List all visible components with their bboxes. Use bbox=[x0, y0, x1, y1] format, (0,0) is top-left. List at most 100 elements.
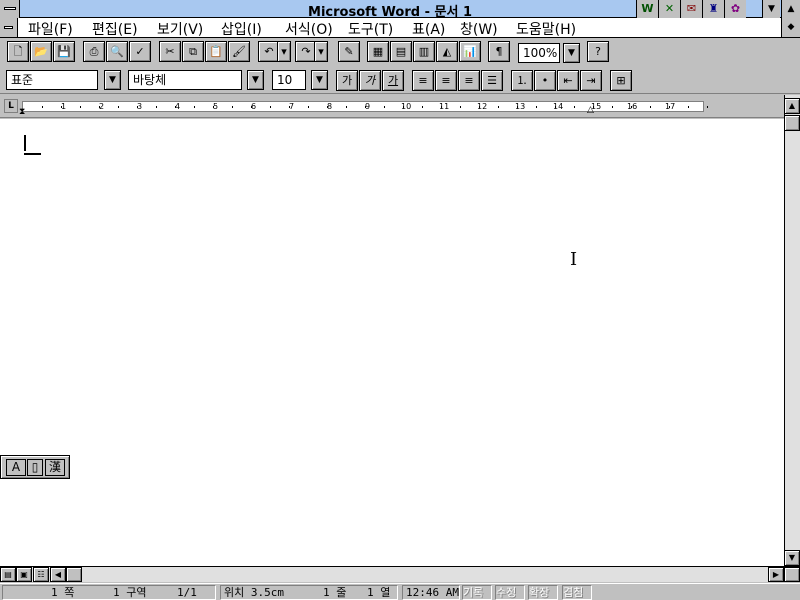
print-icon[interactable]: ⎙ bbox=[83, 41, 105, 62]
ruler-tick bbox=[365, 106, 366, 108]
menu-table[interactable]: 표(A) bbox=[412, 19, 445, 39]
ruler-tick bbox=[118, 106, 119, 108]
ruler-tick bbox=[555, 106, 556, 108]
menu-view[interactable]: 보기(V) bbox=[157, 19, 203, 39]
ime-hanja-button[interactable]: 漢 bbox=[45, 459, 65, 476]
status-overtype[interactable]: 겹침 bbox=[562, 585, 592, 600]
font-dropdown-icon[interactable]: ▼ bbox=[247, 70, 264, 90]
ruler-number: 17 bbox=[665, 102, 676, 111]
menu-file[interactable]: 파일(F) bbox=[28, 19, 73, 39]
ime-width-icon[interactable]: ▯ bbox=[27, 459, 43, 476]
ime-mode-button[interactable]: A bbox=[6, 459, 26, 476]
bold-button[interactable]: 가 bbox=[336, 70, 358, 91]
normal-view-icon[interactable]: ▤ bbox=[0, 567, 16, 582]
align-center-icon[interactable]: ≡ bbox=[435, 70, 457, 91]
mail-icon[interactable]: ✉ bbox=[680, 0, 702, 18]
insert-chart-icon[interactable]: 📊 bbox=[459, 41, 481, 62]
increase-indent-icon[interactable]: ⇥ bbox=[580, 70, 602, 91]
save-icon[interactable]: 💾 bbox=[53, 41, 75, 62]
left-indent-marker[interactable]: ⧗ bbox=[19, 107, 25, 117]
borders-icon[interactable]: ⊞ bbox=[610, 70, 632, 91]
zoom-dropdown-icon[interactable]: ▼ bbox=[563, 43, 580, 63]
style-dropdown-icon[interactable]: ▼ bbox=[104, 70, 121, 90]
undo-dropdown-icon[interactable]: ▾ bbox=[277, 41, 291, 62]
status-record-macro[interactable]: 기록 bbox=[462, 585, 492, 600]
align-left-icon[interactable]: ≡ bbox=[412, 70, 434, 91]
insert-drawing-icon[interactable]: ◭ bbox=[436, 41, 458, 62]
zoom-input[interactable]: 100% bbox=[518, 43, 560, 63]
font-select[interactable]: 바탕체 bbox=[128, 70, 242, 90]
excel-icon[interactable]: W bbox=[636, 0, 658, 18]
vertical-scroll-thumb[interactable] bbox=[784, 115, 800, 131]
ruler-tick bbox=[479, 106, 480, 108]
menu-insert[interactable]: 삽입(I) bbox=[221, 19, 262, 39]
horizontal-scroll-thumb[interactable] bbox=[66, 567, 82, 582]
numbered-list-icon[interactable]: ⒈ bbox=[511, 70, 533, 91]
maximize-button[interactable]: ▲ bbox=[781, 0, 800, 18]
scroll-down-icon[interactable]: ▼ bbox=[784, 550, 800, 566]
vertical-scrollbar[interactable]: ▲ ▼ bbox=[784, 95, 800, 566]
show-paragraph-marks-icon[interactable]: ¶ bbox=[488, 41, 510, 62]
scroll-left-icon[interactable]: ◀ bbox=[50, 567, 66, 582]
copy-icon[interactable]: ⧉ bbox=[182, 41, 204, 62]
menu-window[interactable]: 창(W) bbox=[460, 19, 498, 39]
spelling-check-icon[interactable]: ✓ bbox=[129, 41, 151, 62]
justify-icon[interactable]: ☰ bbox=[481, 70, 503, 91]
menu-help[interactable]: 도움말(H) bbox=[516, 19, 576, 39]
page-layout-view-icon[interactable]: ▣ bbox=[16, 567, 32, 582]
horizontal-scrollbar[interactable]: ▤ ▣ ☷ ◀ ▶ bbox=[0, 566, 800, 582]
print-preview-icon[interactable]: 🔍 bbox=[106, 41, 128, 62]
style-select[interactable]: 표준 bbox=[6, 70, 98, 90]
document-system-menu[interactable] bbox=[0, 18, 18, 37]
menu-bar: 파일(F) 편집(E) 보기(V) 삽입(I) 서식(O) 도구(T) 표(A)… bbox=[0, 18, 800, 38]
ruler-tick bbox=[175, 106, 176, 108]
ruler-tick bbox=[80, 106, 81, 108]
autoformat-icon[interactable]: ✎ bbox=[338, 41, 360, 62]
status-extend[interactable]: 확장 bbox=[528, 585, 558, 600]
menu-format[interactable]: 서식(O) bbox=[285, 19, 333, 39]
status-time-panel: 12:46 AM bbox=[402, 585, 460, 600]
ruler-number: 16 bbox=[627, 102, 638, 111]
help-pointer-icon[interactable]: ? bbox=[587, 41, 609, 62]
ime-toolbar: A ▯ 漢 bbox=[0, 455, 70, 479]
document-restore-button[interactable]: ◆ bbox=[781, 18, 800, 37]
scroll-up-icon[interactable]: ▲ bbox=[784, 98, 800, 114]
font-size-dropdown-icon[interactable]: ▼ bbox=[311, 70, 328, 90]
ibeam-cursor-icon: I bbox=[570, 249, 578, 270]
align-right-icon[interactable]: ≡ bbox=[458, 70, 480, 91]
redo-dropdown-icon[interactable]: ▾ bbox=[314, 41, 328, 62]
ruler-tick bbox=[422, 106, 423, 108]
status-track-changes[interactable]: 수정 bbox=[495, 585, 525, 600]
columns-icon[interactable]: ▥ bbox=[413, 41, 435, 62]
access-icon[interactable]: ✿ bbox=[724, 0, 746, 18]
status-page-panel: 1 쪽 1 구역 1/1 bbox=[2, 585, 216, 600]
minimize-button[interactable]: ▼ bbox=[762, 0, 780, 18]
ruler-strip[interactable]: 1 2 3 4 5 6 7 8 9 10 11 12 13 14 15 16 1… bbox=[22, 101, 708, 112]
italic-button[interactable]: 가 bbox=[359, 70, 381, 91]
ruler-tick bbox=[631, 106, 632, 108]
status-position-panel: 위치 3.5cm 1 줄 1 열 bbox=[220, 585, 398, 600]
document-area[interactable]: I bbox=[0, 119, 784, 566]
menu-edit[interactable]: 편집(E) bbox=[92, 19, 138, 39]
powerpoint-icon[interactable]: ✕ bbox=[658, 0, 680, 18]
outline-view-icon[interactable]: ☷ bbox=[33, 567, 49, 582]
bulleted-list-icon[interactable]: • bbox=[534, 70, 556, 91]
underline-button[interactable]: 가 bbox=[382, 70, 404, 91]
insert-spreadsheet-icon[interactable]: ▤ bbox=[390, 41, 412, 62]
scroll-right-icon[interactable]: ▶ bbox=[768, 567, 784, 582]
insert-table-icon[interactable]: ▦ bbox=[367, 41, 389, 62]
schedule-icon[interactable]: ♜ bbox=[702, 0, 724, 18]
font-size-select[interactable]: 10 bbox=[272, 70, 306, 90]
new-document-icon[interactable]: 🗋 bbox=[7, 41, 29, 62]
status-page: 1 쪽 bbox=[51, 586, 75, 599]
right-indent-marker[interactable]: △ bbox=[587, 105, 594, 115]
menu-tools[interactable]: 도구(T) bbox=[348, 19, 393, 39]
ruler[interactable]: L 1 2 3 4 5 6 7 8 9 10 11 12 13 14 15 16… bbox=[0, 95, 800, 118]
open-folder-icon[interactable]: 📂 bbox=[30, 41, 52, 62]
cut-icon[interactable]: ✂ bbox=[159, 41, 181, 62]
format-painter-icon[interactable]: 🖌 bbox=[228, 41, 250, 62]
tab-selector-icon[interactable]: L bbox=[4, 99, 18, 113]
decrease-indent-icon[interactable]: ⇤ bbox=[557, 70, 579, 91]
ruler-tick bbox=[213, 106, 214, 108]
paste-icon[interactable]: 📋 bbox=[205, 41, 227, 62]
